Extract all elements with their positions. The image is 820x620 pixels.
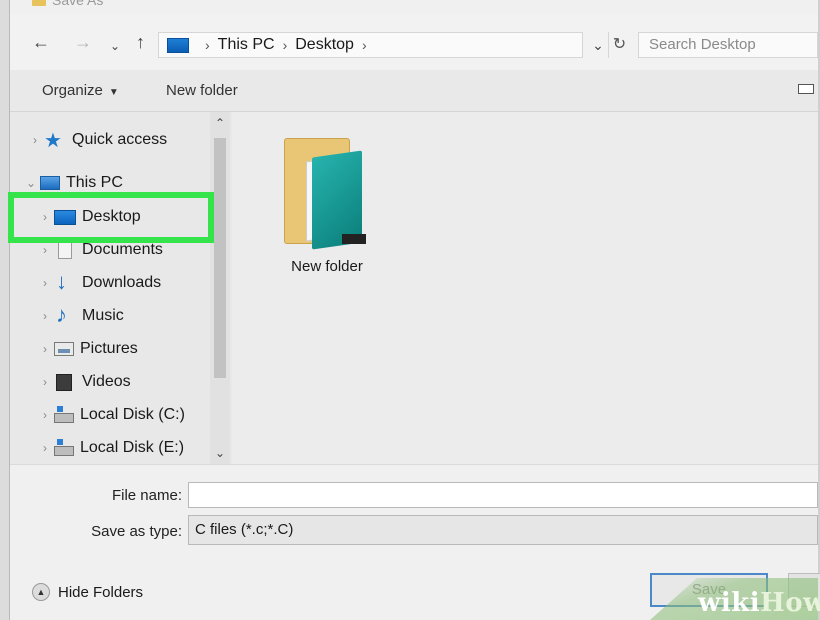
window-title: Save As bbox=[52, 0, 104, 8]
tree-item-label: Music bbox=[82, 307, 124, 324]
search-input[interactable]: Search Desktop bbox=[638, 32, 818, 58]
file-name-label: File name: bbox=[111, 487, 182, 504]
hide-folders-label: Hide Folders bbox=[58, 583, 144, 601]
collapse-up-icon: ▲ bbox=[32, 583, 50, 601]
computer-icon bbox=[40, 176, 60, 190]
tree-item-label: Local Disk (C:) bbox=[80, 406, 185, 423]
disk-icon bbox=[54, 406, 74, 423]
folder-icon[interactable] bbox=[282, 136, 368, 250]
expand-chevron-icon[interactable]: › bbox=[36, 243, 54, 257]
new-folder-button[interactable]: New folder bbox=[166, 82, 238, 99]
tutorial-highlight-box bbox=[8, 192, 214, 243]
refresh-icon[interactable]: ↻ bbox=[608, 32, 630, 58]
scroll-up-icon[interactable]: ⌃ bbox=[210, 116, 230, 130]
breadcrumb-separator-icon[interactable]: › bbox=[205, 37, 210, 53]
folder-shadow-shape bbox=[342, 234, 366, 244]
tree-item-label: Videos bbox=[82, 373, 131, 390]
dropdown-caret-icon: ▼ bbox=[108, 87, 119, 98]
documents-icon bbox=[58, 241, 72, 259]
computer-icon bbox=[167, 37, 189, 53]
videos-icon bbox=[56, 373, 72, 391]
file-list-pane[interactable]: New folder bbox=[232, 112, 818, 464]
address-row: ← → ⌄ ↑ › This PC › Desktop › ⌄ ↻ Search… bbox=[10, 14, 818, 70]
address-dropdown-icon[interactable]: ⌄ bbox=[588, 32, 608, 58]
tree-item-local-disk-c[interactable]: › Local Disk (C:) bbox=[36, 401, 236, 429]
tree-item-label: Quick access bbox=[72, 131, 168, 148]
save-as-type-label: Save as type: bbox=[91, 523, 182, 540]
collapse-chevron-icon[interactable]: ⌄ bbox=[22, 176, 40, 190]
save-as-type-select[interactable]: C files (*.c;*.C) bbox=[188, 515, 818, 545]
tree-item-label: Documents bbox=[82, 241, 163, 258]
tree-item-quick-access[interactable]: › Quick access bbox=[26, 126, 226, 154]
expand-chevron-icon[interactable]: › bbox=[36, 342, 54, 356]
recent-locations-chevron-icon[interactable]: ⌄ bbox=[110, 36, 120, 56]
command-bar: Organize ▼ New folder bbox=[10, 70, 818, 112]
expand-chevron-icon[interactable]: › bbox=[36, 276, 54, 290]
nav-scrollbar[interactable]: ⌃ ⌄ bbox=[210, 112, 230, 464]
tree-item-pictures[interactable]: › Pictures bbox=[36, 335, 236, 363]
breadcrumb-separator-icon[interactable]: › bbox=[283, 37, 288, 53]
disk-icon bbox=[54, 439, 74, 456]
tree-item-local-disk-e[interactable]: › Local Disk (E:) bbox=[36, 434, 236, 462]
expand-chevron-icon[interactable]: › bbox=[36, 408, 54, 422]
folder-label[interactable]: New folder bbox=[272, 258, 382, 275]
tree-item-downloads[interactable]: › Downloads bbox=[36, 269, 236, 297]
scrollbar-thumb[interactable] bbox=[214, 138, 226, 378]
organize-button[interactable]: Organize ▼ bbox=[42, 82, 119, 99]
breadcrumb-separator-icon[interactable]: › bbox=[362, 37, 367, 53]
window-left-edge bbox=[0, 0, 10, 620]
scroll-down-icon[interactable]: ⌄ bbox=[210, 446, 230, 460]
star-icon bbox=[44, 128, 66, 153]
pictures-icon bbox=[54, 342, 74, 356]
address-bar[interactable]: › This PC › Desktop › bbox=[158, 32, 583, 58]
up-arrow-icon[interactable]: ↑ bbox=[136, 32, 145, 52]
tree-item-label: Pictures bbox=[80, 340, 138, 357]
watermark-part-2: How bbox=[760, 588, 820, 618]
back-arrow-icon[interactable]: ← bbox=[32, 32, 50, 52]
expand-chevron-icon[interactable]: › bbox=[36, 441, 54, 455]
tree-item-label: Local Disk (E:) bbox=[80, 439, 185, 456]
expand-chevron-icon[interactable]: › bbox=[26, 133, 44, 147]
music-icon bbox=[54, 302, 76, 328]
title-folder-icon bbox=[32, 0, 46, 6]
tree-item-music[interactable]: › Music bbox=[36, 302, 236, 330]
tree-item-label: Downloads bbox=[82, 274, 162, 291]
hide-folders-button[interactable]: ▲ Hide Folders bbox=[32, 583, 143, 601]
view-options-icon[interactable] bbox=[798, 84, 814, 94]
breadcrumb-desktop[interactable]: Desktop bbox=[295, 36, 354, 54]
expand-chevron-icon[interactable]: › bbox=[36, 375, 54, 389]
watermark-part-1: wiki bbox=[698, 588, 761, 618]
forward-arrow-icon[interactable]: → bbox=[74, 32, 92, 52]
downloads-icon bbox=[54, 269, 76, 295]
wikihow-watermark: wikiHow bbox=[698, 588, 820, 618]
tree-item-videos[interactable]: › Videos bbox=[36, 368, 236, 396]
breadcrumb-this-pc[interactable]: This PC bbox=[218, 36, 275, 54]
expand-chevron-icon[interactable]: › bbox=[36, 309, 54, 323]
file-name-field[interactable] bbox=[188, 482, 818, 508]
organize-label: Organize bbox=[42, 82, 103, 99]
navigation-pane[interactable]: › Quick access ⌄ This PC › Desktop › Doc… bbox=[10, 112, 232, 464]
tree-item-label: This PC bbox=[66, 174, 123, 191]
title-bar: Save As bbox=[10, 0, 818, 14]
